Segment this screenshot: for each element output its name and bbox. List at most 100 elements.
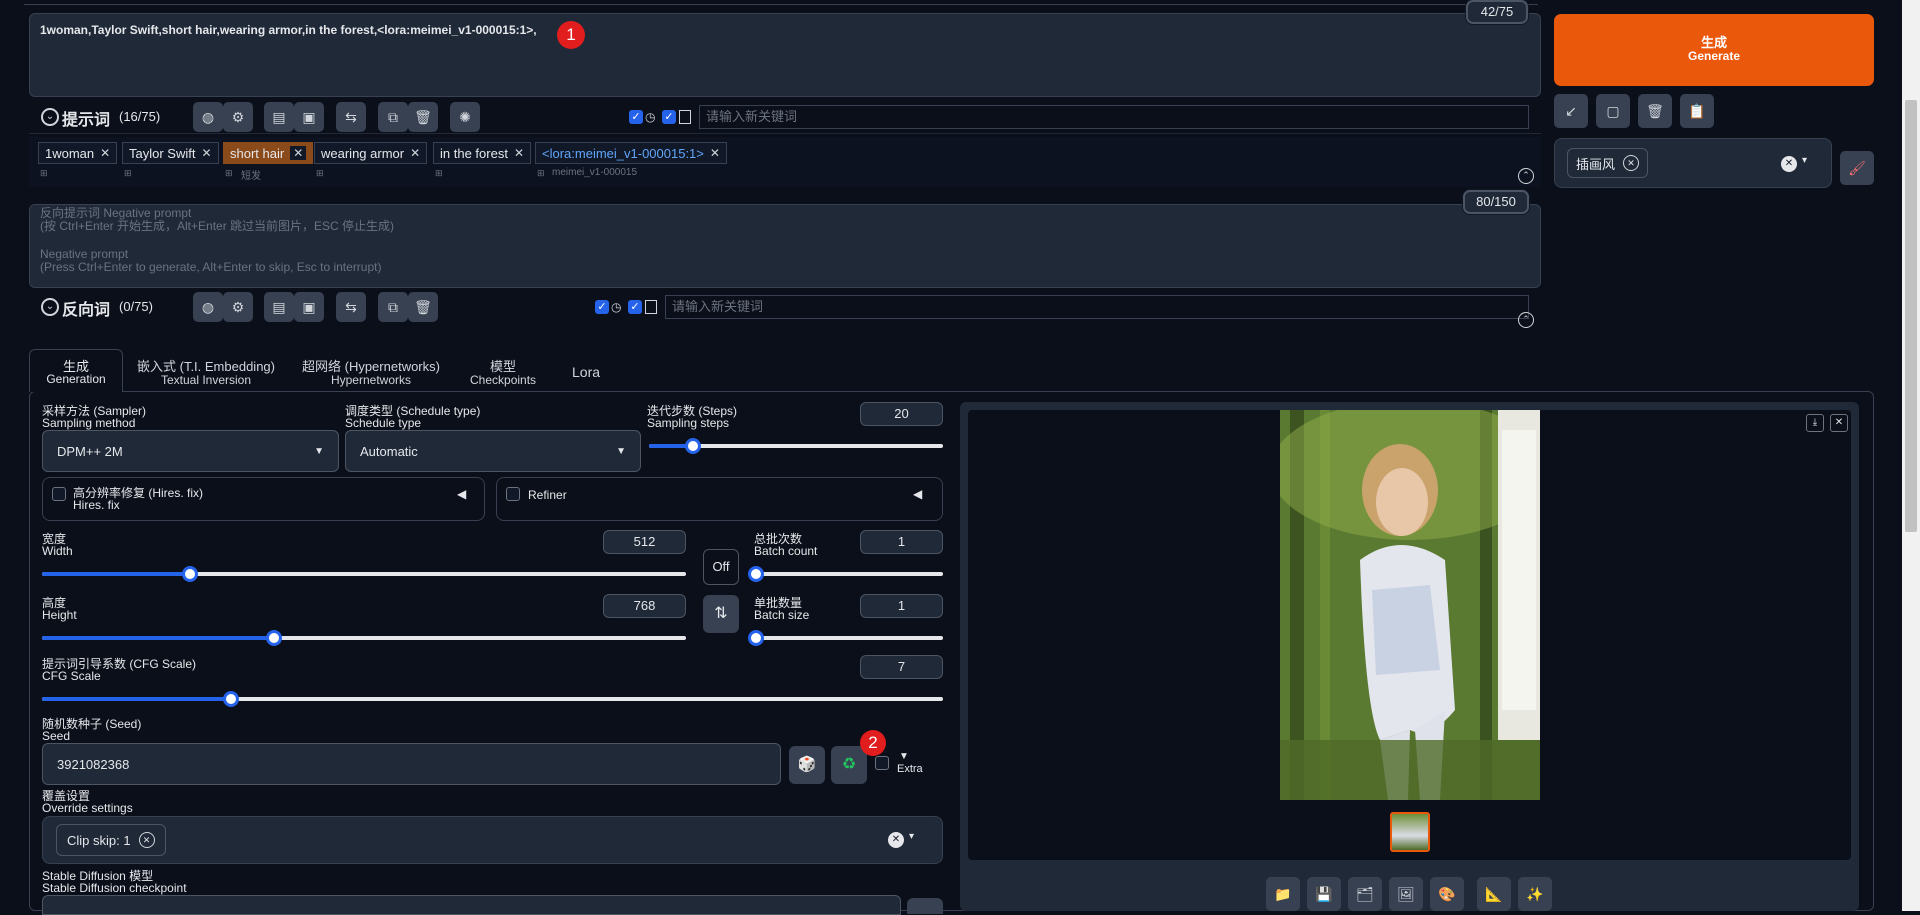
- keyword-check-2[interactable]: ✓: [628, 300, 642, 314]
- trash-icon[interactable]: 🗑: [408, 102, 438, 132]
- seed-input[interactable]: 3921082368: [42, 743, 781, 785]
- tab-generation[interactable]: 生成 Generation: [29, 349, 123, 392]
- steps-slider[interactable]: [649, 438, 943, 454]
- slider-handle[interactable]: [182, 566, 199, 582]
- keyword-check-1[interactable]: ✓: [595, 300, 609, 314]
- tag-edit-icon[interactable]: ⊞: [537, 168, 545, 179]
- tag-edit-icon[interactable]: ⊞: [40, 168, 48, 179]
- swap-dimensions-icon[interactable]: ⇅: [703, 595, 739, 633]
- tag-remove-icon[interactable]: ✕: [290, 146, 307, 160]
- copy-icon[interactable]: ⧉: [378, 102, 408, 132]
- steps-input[interactable]: 20: [860, 402, 943, 426]
- collapse-icon[interactable]: ⌄: [41, 108, 59, 126]
- tag-edit-icon[interactable]: ⊞: [124, 168, 132, 179]
- schedule-dropdown[interactable]: Automatic ▼: [345, 430, 641, 472]
- dice-icon[interactable]: 🎲: [789, 746, 825, 784]
- prompt-textarea[interactable]: 1woman,Taylor Swift,short hair,wearing a…: [29, 13, 1541, 97]
- tag-item[interactable]: short hair ✕: [223, 142, 314, 164]
- style-selector[interactable]: 插画风 ✕ ✕ ▾: [1554, 138, 1832, 188]
- chip-close-icon[interactable]: ✕: [1623, 155, 1640, 171]
- slider-handle[interactable]: [748, 566, 764, 582]
- copy-icon[interactable]: ⧉: [378, 292, 408, 322]
- width-slider[interactable]: [42, 566, 686, 582]
- tag-edit-icon[interactable]: ⊞: [316, 168, 324, 179]
- folder-icon[interactable]: 📁: [1266, 877, 1300, 911]
- collapse-triangle-icon[interactable]: ◀: [457, 487, 466, 501]
- bookmark-icon[interactable]: ▣: [294, 102, 324, 132]
- translate-icon[interactable]: ⇆: [336, 102, 366, 132]
- hires-fix-checkbox[interactable]: [52, 487, 66, 501]
- scrollbar-thumb[interactable]: [1905, 100, 1917, 532]
- tag-edit-icon[interactable]: ⊞: [225, 168, 233, 179]
- bookmark-icon[interactable]: ▣: [294, 292, 324, 322]
- batch-size-input[interactable]: 1: [860, 594, 943, 618]
- send-to-extras-icon[interactable]: 📐: [1477, 877, 1511, 911]
- slider-handle[interactable]: [685, 438, 702, 454]
- download-icon[interactable]: ⤓: [1806, 414, 1824, 432]
- chip-close-icon[interactable]: ✕: [138, 832, 155, 848]
- refiner-panel[interactable]: Refiner ◀: [496, 477, 943, 521]
- tag-remove-icon[interactable]: ✕: [710, 146, 720, 160]
- brush-icon[interactable]: 🖌: [1840, 151, 1874, 185]
- refiner-checkbox[interactable]: [506, 487, 520, 501]
- collapse-triangle-icon[interactable]: ◀: [913, 487, 922, 501]
- refresh-button[interactable]: [907, 898, 943, 914]
- tag-item[interactable]: wearing armor ✕: [314, 142, 428, 164]
- globe-icon[interactable]: ◍: [193, 102, 223, 132]
- tab-lora[interactable]: Lora: [572, 364, 600, 380]
- checkpoint-dropdown[interactable]: [42, 895, 901, 915]
- height-slider[interactable]: [42, 630, 686, 646]
- trash-icon[interactable]: 🗑: [408, 292, 438, 322]
- collapse-up-icon[interactable]: ⌃: [1518, 168, 1534, 184]
- sparkle-icon[interactable]: ✨: [1518, 877, 1552, 911]
- arrow-down-left-icon[interactable]: ↙: [1554, 94, 1588, 128]
- clipboard-icon[interactable]: 📋: [1680, 94, 1714, 128]
- save-icon[interactable]: 💾: [1307, 877, 1341, 911]
- tag-item[interactable]: <lora:meimei_v1-000015:1> ✕: [535, 142, 727, 164]
- extra-checkbox[interactable]: [875, 756, 889, 770]
- width-input[interactable]: 512: [603, 530, 686, 554]
- generated-image[interactable]: [1280, 410, 1540, 800]
- send-to-inpaint-icon[interactable]: 🎨: [1430, 877, 1464, 911]
- history-icon[interactable]: ▤: [264, 292, 294, 322]
- clear-icon[interactable]: ✕: [1781, 156, 1797, 172]
- dropdown-arrow-icon[interactable]: ▾: [909, 831, 914, 842]
- keyword-input[interactable]: 请输入新关键词: [699, 105, 1529, 129]
- override-settings-field[interactable]: Clip skip: 1 ✕ ✕ ▾: [42, 816, 943, 864]
- square-icon[interactable]: ▢: [1596, 94, 1630, 128]
- tab-checkpoints[interactable]: 模型 Checkpoints: [470, 360, 536, 387]
- zip-icon[interactable]: 🗂: [1348, 877, 1382, 911]
- tag-item[interactable]: 1woman ✕: [38, 142, 118, 164]
- history-icon[interactable]: ▤: [264, 102, 294, 132]
- translate-icon[interactable]: ⇆: [336, 292, 366, 322]
- send-to-img2img-icon[interactable]: 🖼: [1389, 877, 1423, 911]
- extra-triangle-icon[interactable]: ▼: [899, 751, 909, 762]
- batch-count-input[interactable]: 1: [860, 530, 943, 554]
- tag-remove-icon[interactable]: ✕: [410, 146, 420, 160]
- recycle-icon[interactable]: ♻: [831, 746, 867, 784]
- slider-handle[interactable]: [265, 630, 282, 646]
- batch-size-slider[interactable]: [748, 630, 943, 646]
- slider-handle[interactable]: [748, 630, 764, 646]
- keyword-input[interactable]: 请输入新关键词: [665, 295, 1529, 319]
- clear-icon[interactable]: ✕: [888, 832, 904, 848]
- tab-textual-inversion[interactable]: 嵌入式 (T.I. Embedding) Textual Inversion: [137, 360, 275, 387]
- openai-icon[interactable]: ✺: [450, 102, 480, 132]
- batch-count-slider[interactable]: [748, 566, 943, 582]
- tag-remove-icon[interactable]: ✕: [514, 146, 524, 160]
- tag-edit-icon[interactable]: ⊞: [435, 168, 443, 179]
- globe-icon[interactable]: ◍: [193, 292, 223, 322]
- tag-remove-icon[interactable]: ✕: [100, 146, 110, 160]
- generate-button[interactable]: 生成 Generate: [1554, 14, 1874, 86]
- collapse-icon[interactable]: ⌄: [41, 298, 59, 316]
- dropdown-arrow-icon[interactable]: ▾: [1802, 155, 1807, 166]
- sampler-dropdown[interactable]: DPM++ 2M ▼: [42, 430, 339, 472]
- keyword-check-1[interactable]: ✓: [629, 110, 643, 124]
- hires-fix-panel[interactable]: 高分辨率修复 (Hires. fix) Hires. fix ◀: [42, 477, 485, 521]
- tab-hypernetworks[interactable]: 超网络 (Hypernetworks) Hypernetworks: [302, 360, 440, 387]
- gear-icon[interactable]: ⚙: [223, 102, 253, 132]
- tag-item[interactable]: Taylor Swift ✕: [122, 142, 219, 164]
- height-input[interactable]: 768: [603, 594, 686, 618]
- gallery-thumbnail[interactable]: [1390, 812, 1430, 852]
- collapse-up-icon[interactable]: ⌃: [1518, 312, 1534, 328]
